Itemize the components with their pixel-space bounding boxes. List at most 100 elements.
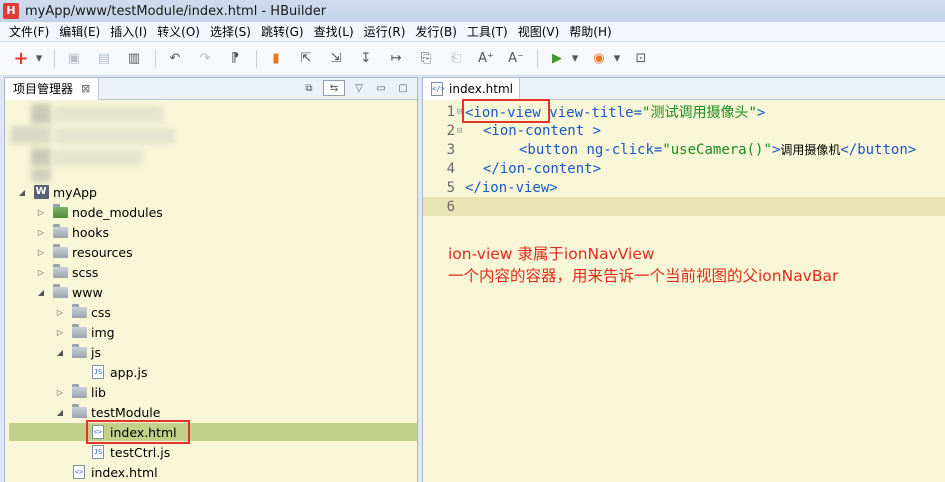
menu-item[interactable]: 查找(L) bbox=[309, 23, 359, 41]
run-icon[interactable]: ▶ bbox=[546, 48, 568, 70]
toolbar-separator bbox=[256, 49, 257, 68]
tree-item-label: lib bbox=[91, 384, 106, 400]
expanded-arrow-icon[interactable]: ◢ bbox=[55, 348, 65, 357]
tab-project-manager[interactable]: 项目管理器 ⊠ bbox=[5, 77, 100, 100]
tree-item[interactable]: ▷ node_modules bbox=[5, 202, 417, 222]
help-icon[interactable]: ⊡ bbox=[630, 48, 652, 70]
expanded-arrow-icon[interactable]: ◢ bbox=[55, 408, 65, 417]
code-token: <button bbox=[519, 142, 579, 158]
icon-shape bbox=[71, 303, 87, 318]
code-text: <ion-content > bbox=[483, 123, 601, 139]
tree-item[interactable]: <> index.html bbox=[5, 420, 417, 444]
tab-index-html[interactable]: </> index.html bbox=[423, 78, 520, 100]
tree-item[interactable]: JS testCtrl.js bbox=[5, 442, 417, 462]
icon-shape bbox=[71, 383, 87, 398]
tree-item[interactable]: <> index.html bbox=[5, 462, 417, 482]
redo-icon[interactable]: ↷ bbox=[194, 48, 216, 70]
tree-item-label: resources bbox=[72, 244, 133, 260]
tree-item[interactable]: ▷ img bbox=[5, 322, 417, 342]
fold-icon[interactable]: ⊟ bbox=[457, 126, 465, 136]
tree-item[interactable]: ▷ scss bbox=[5, 262, 417, 282]
view-menu-icon[interactable]: ▽ bbox=[351, 80, 367, 96]
chrome-browser-icon[interactable]: ◉ bbox=[588, 48, 610, 70]
menu-item[interactable]: 跳转(G) bbox=[256, 23, 309, 41]
uncomment-icon[interactable]: ⎗ bbox=[445, 48, 467, 70]
tree-item[interactable]: ◢ www bbox=[5, 282, 417, 302]
close-icon[interactable]: ⊠ bbox=[81, 82, 90, 95]
step-in-icon[interactable]: ↧ bbox=[355, 48, 377, 70]
save-all-icon[interactable]: ▤ bbox=[93, 48, 115, 70]
icon-shape bbox=[71, 323, 87, 338]
expanded-arrow-icon[interactable]: ◢ bbox=[17, 188, 27, 197]
save-icon[interactable]: ▣ bbox=[63, 48, 85, 70]
menu-item[interactable]: 文件(F) bbox=[4, 23, 54, 41]
html-file-icon: <> bbox=[71, 465, 87, 479]
undo-icon[interactable]: ↶ bbox=[164, 48, 186, 70]
title-bar: H myApp/www/testModule/index.html - HBui… bbox=[0, 0, 945, 22]
folder-icon bbox=[71, 343, 87, 359]
code-text: <ion-view view-title="测试调用摄像头"> bbox=[462, 98, 765, 123]
expanded-arrow-icon[interactable]: ◢ bbox=[36, 288, 46, 297]
collapsed-arrow-icon[interactable]: ▷ bbox=[55, 328, 65, 337]
code-token: view-title= bbox=[540, 104, 643, 121]
format-icon[interactable]: ⁋ bbox=[224, 48, 246, 70]
comment-icon[interactable]: ⎘ bbox=[415, 48, 437, 70]
link-editor-icon[interactable]: ⇆ bbox=[323, 80, 345, 96]
maximize-icon[interactable]: ▢ bbox=[395, 80, 411, 96]
collapsed-arrow-icon[interactable]: ▷ bbox=[55, 388, 65, 397]
menu-item[interactable]: 发行(B) bbox=[410, 23, 462, 41]
tree-item[interactable]: ◢ js bbox=[5, 342, 417, 362]
menu-item[interactable]: 编辑(E) bbox=[54, 23, 105, 41]
code-token: > bbox=[584, 122, 602, 139]
menu-item[interactable]: 视图(V) bbox=[513, 23, 565, 41]
tree-item[interactable]: JS app.js bbox=[5, 362, 417, 382]
document-icon[interactable]: ▥ bbox=[123, 48, 145, 70]
tree-item[interactable]: ▷ resources bbox=[5, 242, 417, 262]
new-icon[interactable]: + bbox=[10, 48, 32, 70]
collapsed-arrow-icon[interactable]: ▷ bbox=[55, 308, 65, 317]
font-decrease-icon[interactable]: A⁻ bbox=[505, 48, 527, 70]
dropdown-arrow-icon[interactable]: ▾ bbox=[570, 48, 580, 70]
font-increase-icon[interactable]: A⁺ bbox=[475, 48, 497, 70]
tree-item[interactable]: ◢ testModule bbox=[5, 402, 417, 422]
dropdown-arrow-icon[interactable]: ▾ bbox=[612, 48, 622, 70]
menu-item[interactable]: 工具(T) bbox=[462, 23, 513, 41]
collapsed-arrow-icon[interactable]: ▷ bbox=[36, 228, 46, 237]
js-file-icon: JS bbox=[90, 445, 106, 459]
hbuilder-window: H myApp/www/testModule/index.html - HBui… bbox=[0, 0, 945, 482]
menu-item[interactable]: 帮助(H) bbox=[564, 23, 616, 41]
minimize-icon[interactable]: ▭ bbox=[373, 80, 389, 96]
icon-shape bbox=[71, 343, 87, 358]
dropdown-arrow-icon[interactable]: ▾ bbox=[34, 48, 44, 70]
collapsed-arrow-icon[interactable]: ▷ bbox=[36, 248, 46, 257]
menu-item[interactable]: 转义(O) bbox=[152, 23, 205, 41]
code-line[interactable]: 2 ⊟ <ion-content > bbox=[423, 121, 945, 140]
code-line[interactable]: 6 bbox=[423, 197, 945, 216]
menu-item[interactable]: 选择(S) bbox=[205, 23, 256, 41]
tree-item[interactable]: ▷ lib bbox=[5, 382, 417, 402]
code-line[interactable]: 4 </ion-content> bbox=[423, 159, 945, 178]
collapse-all-icon[interactable]: ⧉ bbox=[301, 80, 317, 96]
tree-item[interactable]: ▷ hooks bbox=[5, 222, 417, 242]
collapsed-arrow-icon[interactable]: ▷ bbox=[36, 208, 46, 217]
editor-tab-bar: </> index.html bbox=[423, 78, 945, 100]
import-icon[interactable]: ⇲ bbox=[325, 48, 347, 70]
highlight-box bbox=[86, 420, 190, 444]
folder-icon bbox=[52, 223, 68, 239]
code-token: "测试调用摄像头" bbox=[642, 104, 757, 121]
code-line[interactable]: 5 </ion-view> bbox=[423, 178, 945, 197]
tree-item[interactable]: ◢ WmyApp bbox=[5, 182, 417, 202]
tree-item[interactable]: ▷ css bbox=[5, 302, 417, 322]
step-out-icon[interactable]: ↦ bbox=[385, 48, 407, 70]
menu-item[interactable]: 运行(R) bbox=[359, 23, 411, 41]
export-icon[interactable]: ⇱ bbox=[295, 48, 317, 70]
code-line[interactable]: 3 <button ng-click="useCamera()">调用摄像机</b… bbox=[423, 140, 945, 159]
icon-shape bbox=[52, 243, 68, 258]
icon-shape: JS bbox=[92, 445, 104, 459]
code-line[interactable]: 1 ⊟ <ion-view view-title="测试调用摄像头"> bbox=[423, 98, 945, 123]
menu-item[interactable]: 插入(I) bbox=[105, 23, 152, 41]
selection-highlight bbox=[9, 423, 417, 441]
bookmark-icon[interactable]: ▮ bbox=[265, 48, 287, 70]
collapsed-arrow-icon[interactable]: ▷ bbox=[36, 268, 46, 277]
icon-shape: <> bbox=[73, 465, 85, 479]
